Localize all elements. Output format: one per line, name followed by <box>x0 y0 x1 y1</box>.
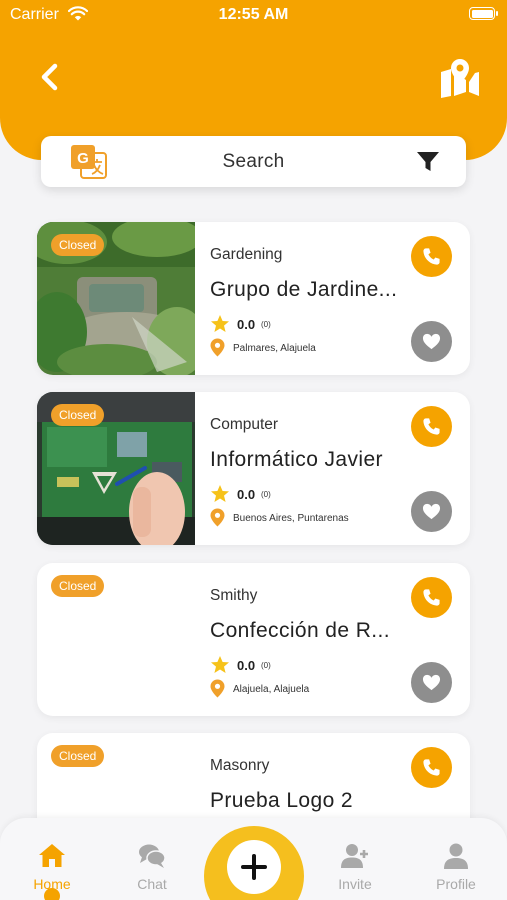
location-pin-icon <box>210 508 225 527</box>
tab-home[interactable]: Home <box>12 842 92 900</box>
listing-category: Masonry <box>210 757 270 774</box>
heart-icon <box>422 674 441 691</box>
status-badge: Closed <box>51 234 105 256</box>
location-pin-icon <box>210 679 225 698</box>
heart-icon <box>422 333 441 350</box>
status-badge: Closed <box>51 575 105 597</box>
tab-profile[interactable]: Profile <box>416 842 496 894</box>
location-text: Alajuela, Alajuela <box>233 684 310 695</box>
rating-value: 0.0 <box>237 658 256 673</box>
heart-icon <box>422 503 441 520</box>
location-text: Palmares, Alajuela <box>233 343 316 354</box>
rating-value: 0.0 <box>237 317 256 332</box>
phone-icon <box>423 418 440 435</box>
plus-icon <box>241 854 267 880</box>
listing-category: Computer <box>210 416 279 433</box>
call-button[interactable] <box>411 236 452 277</box>
listing-photo: Closed <box>37 392 195 545</box>
star-icon <box>211 315 229 332</box>
phone-icon <box>423 589 440 606</box>
tab-chat-label: Chat <box>137 876 167 892</box>
listing-category: Gardening <box>210 246 283 263</box>
listing-category: Smithy <box>210 587 258 604</box>
call-button[interactable] <box>411 406 452 447</box>
tab-chat[interactable]: Chat <box>112 842 192 894</box>
review-count: (0) <box>261 320 271 329</box>
chat-icon <box>139 844 166 868</box>
star-icon <box>211 485 229 502</box>
listing-photo: Closed <box>37 222 195 375</box>
listing-name: Prueba Logo 2 <box>210 789 353 812</box>
review-count: (0) <box>261 490 271 499</box>
listing-card[interactable]: Closed Computer Informático Javier 0.0 (… <box>37 392 470 545</box>
phone-icon <box>423 248 440 265</box>
rating-value: 0.0 <box>237 487 256 502</box>
tab-invite[interactable]: Invite <box>315 842 395 894</box>
profile-icon <box>444 843 468 869</box>
phone-icon <box>423 759 440 776</box>
active-tab-indicator <box>44 888 60 900</box>
status-badge: Closed <box>51 404 105 426</box>
status-badge: Closed <box>51 745 105 767</box>
location-pin-icon <box>210 338 225 357</box>
favorite-button[interactable] <box>411 321 452 362</box>
tab-profile-label: Profile <box>436 876 476 892</box>
star-icon <box>211 656 229 673</box>
listing-card[interactable]: Closed Smithy Confección de R... 0.0 (0)… <box>37 563 470 716</box>
listing-card[interactable]: Closed Gardening Grupo de Jardine... 0.0… <box>37 222 470 375</box>
tab-invite-label: Invite <box>338 876 372 892</box>
favorite-button[interactable] <box>411 491 452 532</box>
call-button[interactable] <box>411 577 452 618</box>
listing-photo: Closed <box>37 563 195 716</box>
listing-list: Closed Gardening Grupo de Jardine... 0.0… <box>0 0 507 900</box>
call-button[interactable] <box>411 747 452 788</box>
add-user-icon <box>341 844 368 868</box>
favorite-button[interactable] <box>411 662 452 703</box>
listing-name: Informático Javier <box>210 448 383 471</box>
listing-name: Grupo de Jardine... <box>210 278 398 301</box>
add-button-inner <box>227 840 281 894</box>
listing-name: Confección de R... <box>210 619 390 642</box>
review-count: (0) <box>261 661 271 670</box>
home-icon <box>39 844 65 867</box>
location-text: Buenos Aires, Puntarenas <box>233 513 349 524</box>
